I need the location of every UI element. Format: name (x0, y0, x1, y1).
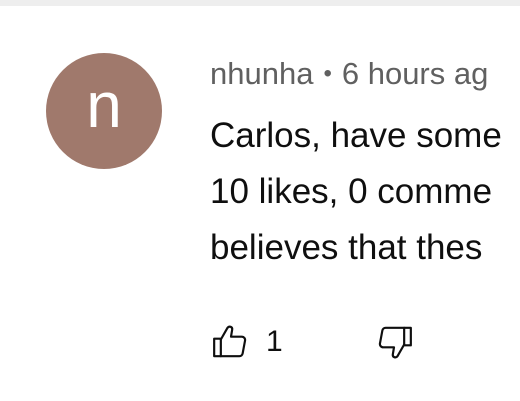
comment-timestamp[interactable]: 6 hours ag (342, 56, 489, 91)
comment-text-line: Carlos, have some (210, 116, 502, 155)
dislike-button[interactable] (375, 322, 415, 362)
comment-text-line: 10 likes, 0 comme (210, 172, 493, 211)
comment-text-line: believes that thes (210, 228, 483, 267)
avatar[interactable]: n (46, 53, 162, 169)
avatar-letter: n (86, 69, 122, 141)
comment-text: Carlos, have some 10 likes, 0 comme beli… (210, 108, 520, 276)
thumbs-down-icon (378, 326, 412, 359)
comment-author[interactable]: nhunha (210, 56, 313, 91)
like-count: 1 (266, 325, 283, 358)
comment-item: n nhunha • 6 hours ag Carlos, have some 10… (0, 0, 520, 401)
comment-meta: nhunha • 6 hours ag (210, 54, 488, 97)
thumbs-up-icon (213, 325, 247, 358)
like-button[interactable] (210, 322, 250, 362)
meta-separator: • (323, 60, 332, 87)
